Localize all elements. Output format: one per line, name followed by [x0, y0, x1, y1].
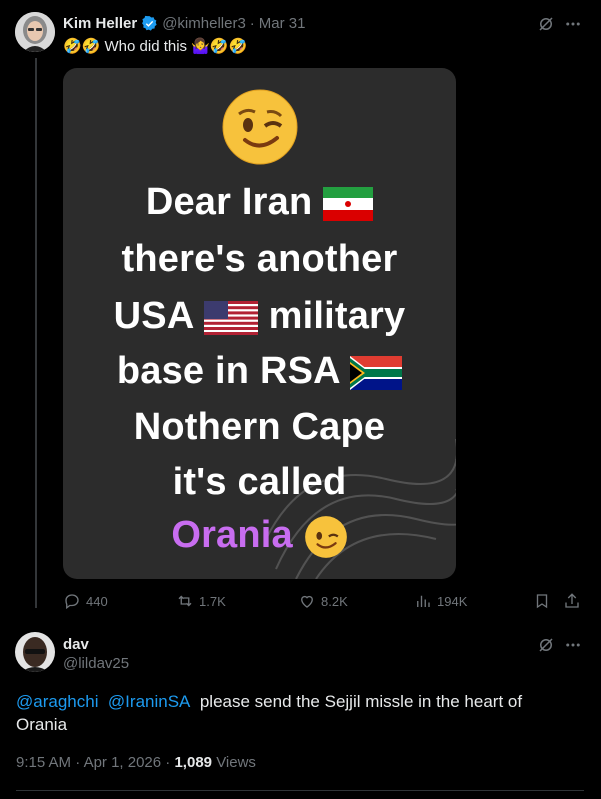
share-icon	[565, 593, 579, 608]
reply-author-handle[interactable]: @lildav25	[63, 655, 129, 672]
separator-dot: ·	[249, 15, 255, 32]
meme-line-6: it's called	[172, 461, 347, 503]
thread-line	[35, 58, 37, 608]
share-button[interactable]	[563, 592, 581, 610]
reply-icon	[65, 594, 79, 610]
meme-line-1: Dear Iran	[63, 181, 456, 224]
meme-line-7: Orania	[63, 514, 456, 559]
tweet-media-image[interactable]: Dear Iran there's another USA military b…	[63, 68, 456, 579]
verified-badge-icon	[142, 15, 157, 31]
bookmark-button[interactable]	[533, 592, 551, 610]
more-options-icon[interactable]	[564, 15, 582, 33]
views-count: 194K	[437, 593, 468, 609]
reply-time[interactable]: 9:15 AM	[16, 754, 71, 771]
views-button[interactable]: 194K	[414, 592, 467, 610]
reply-avatar[interactable]	[15, 632, 55, 672]
avatar-portrait-icon	[15, 12, 55, 52]
usa-flag-icon	[203, 300, 258, 335]
reply-date[interactable]: Apr 1, 2026	[84, 754, 162, 771]
author-name[interactable]: Kim Heller	[63, 15, 137, 32]
like-count: 8.2K	[321, 593, 348, 609]
south-africa-flag-icon	[350, 355, 403, 390]
reply-views-count: 1,089	[174, 754, 213, 771]
avatar[interactable]	[15, 12, 55, 52]
repost-button[interactable]: 1.7K	[176, 592, 226, 610]
author-handle[interactable]: @kimheller3	[162, 15, 246, 32]
winking-face-small-emoji	[304, 516, 347, 558]
reply-button[interactable]: 440	[63, 592, 108, 610]
grok-icon[interactable]	[537, 636, 555, 654]
iran-flag-icon	[323, 186, 374, 221]
tweet-text: 🤣🤣 Who did this 🤷‍♀️🤣🤣	[63, 38, 248, 55]
reply-text: @araghchi @IraninSA please send the Sejj…	[16, 690, 576, 736]
avatar-portrait-icon	[15, 632, 55, 672]
orania-text: Orania	[171, 514, 293, 556]
tweet-actions: 440 1.7K 8.2K 194K	[63, 592, 583, 612]
meme-line-2: there's another	[121, 238, 398, 280]
mention-link[interactable]: @IraninSA	[108, 692, 190, 711]
bookmark-icon	[536, 594, 548, 609]
meme-line-3: USA military	[113, 295, 406, 337]
analytics-icon	[417, 595, 430, 607]
repost-count: 1.7K	[199, 593, 226, 609]
like-button[interactable]: 8.2K	[298, 592, 348, 610]
divider	[16, 790, 584, 791]
heart-icon	[301, 595, 313, 608]
reply-meta: 9:15 AM · Apr 1, 2026 · 1,089 Views	[16, 754, 256, 771]
reply-header: dav	[63, 636, 89, 653]
winking-face-emoji	[221, 88, 299, 166]
tweet-date[interactable]: Mar 31	[259, 15, 306, 32]
reply-author-name[interactable]: dav	[63, 636, 89, 653]
grok-icon[interactable]	[537, 15, 555, 33]
repost-icon	[178, 595, 192, 607]
mention-link[interactable]: @araghchi	[16, 692, 98, 711]
tweet-header: Kim Heller @kimheller3 · Mar 31	[63, 15, 305, 32]
more-options-icon[interactable]	[564, 636, 582, 654]
reply-count: 440	[86, 593, 108, 609]
meme-line-5: Nothern Cape	[133, 406, 386, 448]
reply-views-label: Views	[216, 754, 256, 771]
meme-line-4: base in RSA	[63, 350, 456, 393]
